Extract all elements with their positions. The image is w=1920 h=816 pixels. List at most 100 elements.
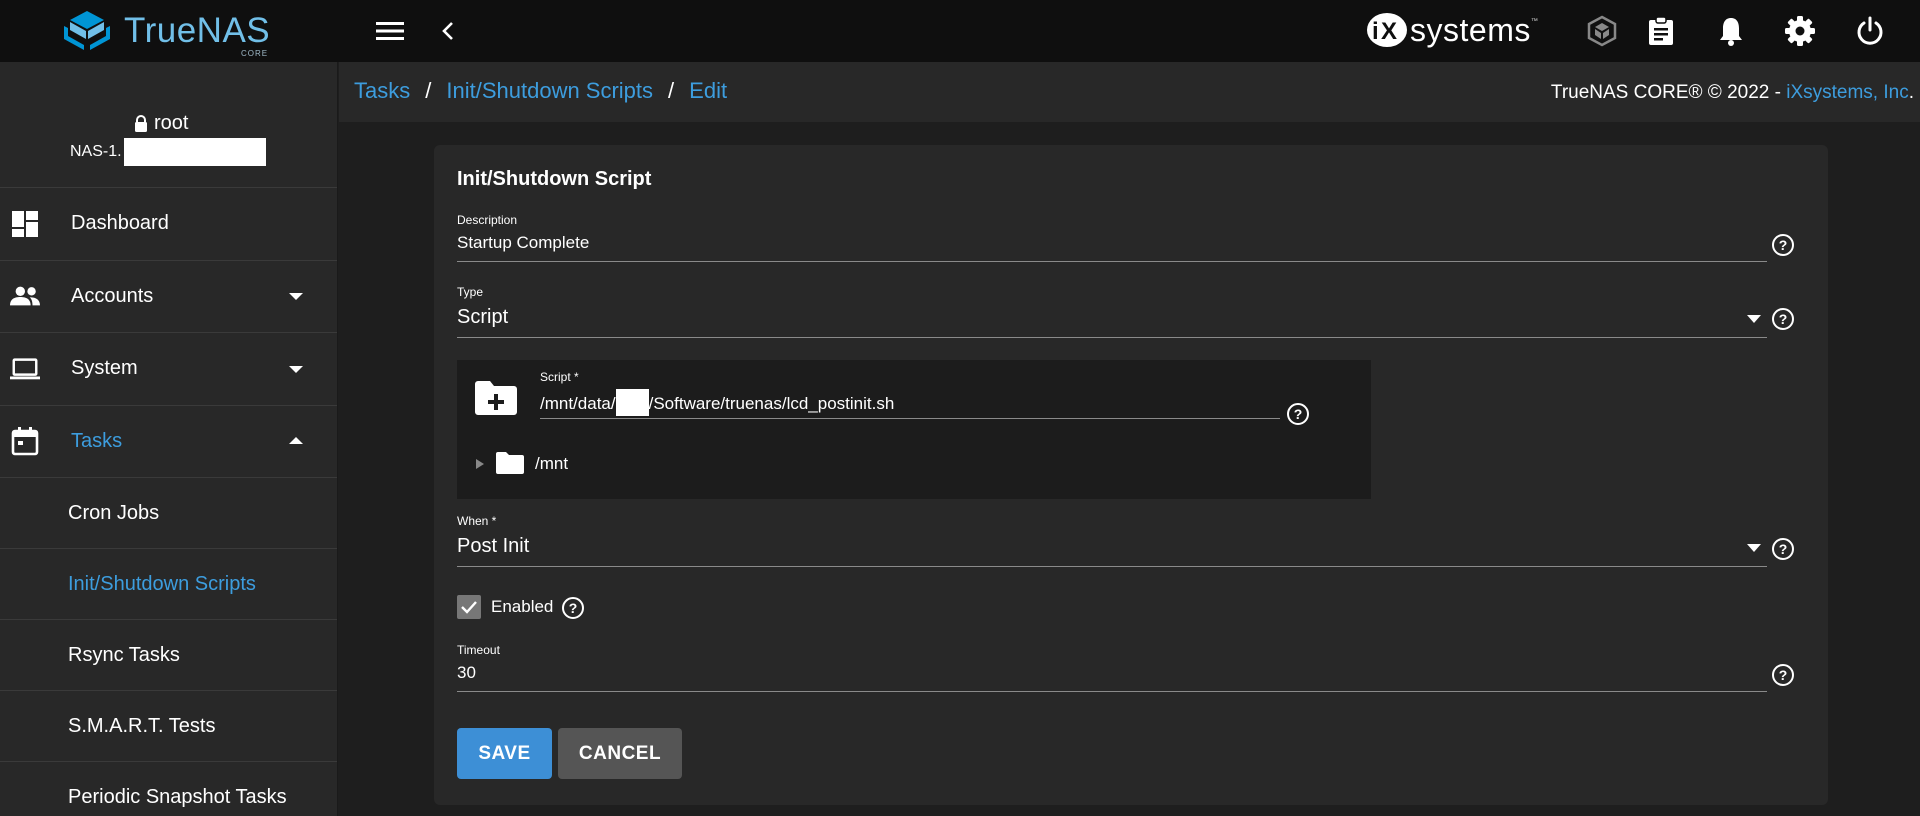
sidebar-subitem-label: Rsync Tasks bbox=[68, 643, 180, 666]
caret-down-icon bbox=[289, 293, 303, 301]
breadcrumb-init-shutdown-scripts[interactable]: Init/Shutdown Scripts bbox=[446, 78, 653, 104]
top-bar: TrueNAS CORE i X systems ™ bbox=[0, 0, 1920, 62]
help-icon[interactable]: ? bbox=[1771, 537, 1795, 561]
sidebar-item-label: Tasks bbox=[71, 429, 123, 452]
breadcrumb: Tasks / Init/Shutdown Scripts / Edit bbox=[354, 78, 727, 104]
svg-text:?: ? bbox=[1779, 237, 1788, 253]
help-icon[interactable]: ? bbox=[1771, 307, 1795, 331]
svg-text:?: ? bbox=[569, 600, 578, 616]
init-shutdown-script-form: Init/Shutdown Script Description Startup… bbox=[434, 145, 1828, 805]
form-title: Init/Shutdown Script bbox=[457, 168, 652, 190]
when-select[interactable]: Post Init bbox=[457, 535, 529, 558]
settings-button[interactable] bbox=[1782, 13, 1818, 49]
when-label: When * bbox=[457, 514, 497, 528]
create-folder-icon[interactable] bbox=[474, 380, 518, 416]
enabled-checkbox[interactable] bbox=[457, 595, 481, 619]
help-icon[interactable]: ? bbox=[1771, 233, 1795, 257]
menu-button[interactable] bbox=[372, 13, 408, 49]
breadcrumb-tasks[interactable]: Tasks bbox=[354, 78, 410, 104]
sidebar-subitem-smart-tests[interactable]: S.M.A.R.T. Tests bbox=[0, 691, 337, 762]
timeout-underline bbox=[457, 691, 1767, 692]
calendar-icon bbox=[11, 427, 39, 456]
sidebar-subitem-init-shutdown-scripts[interactable]: Init/Shutdown Scripts bbox=[0, 549, 337, 620]
type-select[interactable]: Script bbox=[457, 306, 508, 329]
svg-text:i: i bbox=[1372, 18, 1379, 45]
breadcrumb-edit[interactable]: Edit bbox=[689, 78, 727, 104]
sidebar-subitem-label: Periodic Snapshot Tasks bbox=[68, 785, 287, 808]
save-button[interactable]: SAVE bbox=[457, 728, 552, 779]
ixsystems-logo[interactable]: i X systems ™ bbox=[1366, 10, 1538, 50]
sidebar-item-label: System bbox=[71, 357, 138, 380]
ix-mark-icon: i X bbox=[1367, 13, 1407, 47]
sidebar-item-label: Dashboard bbox=[71, 212, 169, 235]
enabled-label: Enabled bbox=[491, 597, 554, 616]
svg-text:?: ? bbox=[1779, 541, 1788, 557]
truenas-logo-icon bbox=[64, 11, 110, 50]
dropdown-arrow-icon[interactable] bbox=[1747, 315, 1761, 323]
vendor-trademark: ™ bbox=[1530, 18, 1538, 25]
brand-edition: CORE bbox=[241, 49, 269, 58]
truenas-logo[interactable]: TrueNAS CORE bbox=[60, 7, 270, 58]
checkmark-icon bbox=[461, 601, 477, 614]
description-input[interactable]: Startup Complete bbox=[457, 233, 589, 253]
back-button[interactable] bbox=[430, 13, 466, 49]
sidebar-item-tasks[interactable]: Tasks bbox=[0, 406, 337, 478]
svg-text:?: ? bbox=[1779, 667, 1788, 683]
accounts-icon bbox=[10, 286, 40, 306]
expand-triangle-icon[interactable] bbox=[475, 458, 485, 470]
username: root bbox=[154, 112, 189, 134]
svg-text:X: X bbox=[1381, 18, 1397, 45]
sidebar-item-accounts[interactable]: Accounts bbox=[0, 261, 337, 333]
script-path-suffix: /Software/truenas/lcd_postinit.sh bbox=[648, 393, 895, 413]
svg-text:?: ? bbox=[1779, 311, 1788, 327]
notifications-button[interactable] bbox=[1713, 13, 1749, 49]
settings-gear-icon bbox=[1785, 16, 1815, 46]
sidebar-item-system[interactable]: System bbox=[0, 333, 337, 406]
timeout-label: Timeout bbox=[457, 643, 500, 657]
task-manager-icon bbox=[1649, 16, 1673, 45]
help-icon[interactable]: ? bbox=[1286, 402, 1310, 426]
sidebar-item-label: Accounts bbox=[71, 284, 154, 307]
caret-down-icon bbox=[289, 365, 303, 373]
file-explorer: Script * /mnt/data/ /Software/truenas/lcd… bbox=[457, 360, 1371, 499]
script-path-prefix: /mnt/data/ bbox=[540, 393, 616, 413]
sidebar-subitem-periodic-snapshot-tasks[interactable]: Periodic Snapshot Tasks bbox=[0, 762, 337, 816]
sidebar: root NAS-1. Dashboard Accounts System Ta… bbox=[0, 62, 338, 816]
folder-icon bbox=[496, 452, 524, 474]
copyright-suffix: . bbox=[1908, 82, 1914, 103]
lock-icon bbox=[135, 115, 147, 132]
when-underline bbox=[457, 566, 1767, 567]
user-block: root NAS-1. bbox=[0, 62, 337, 188]
laptop-icon bbox=[10, 358, 40, 380]
breadcrumb-separator: / bbox=[668, 78, 675, 103]
menu-icon bbox=[376, 22, 404, 40]
help-icon[interactable]: ? bbox=[1771, 663, 1795, 687]
power-button[interactable] bbox=[1852, 13, 1888, 49]
breadcrumb-bar: Tasks / Init/Shutdown Scripts / Edit Tru… bbox=[339, 62, 1920, 122]
timeout-input[interactable]: 30 bbox=[457, 663, 476, 683]
sidebar-subitem-cron-jobs[interactable]: Cron Jobs bbox=[0, 478, 337, 549]
sidebar-item-dashboard[interactable]: Dashboard bbox=[0, 188, 337, 261]
description-underline bbox=[457, 261, 1767, 262]
sidebar-subitem-label: Cron Jobs bbox=[68, 501, 160, 524]
dropdown-arrow-icon[interactable] bbox=[1747, 544, 1761, 552]
cancel-button[interactable]: CANCEL bbox=[558, 728, 682, 779]
back-chevron-icon bbox=[442, 22, 453, 40]
tree-node-mnt[interactable]: /mnt bbox=[535, 454, 568, 474]
script-label: Script * bbox=[540, 370, 579, 384]
script-path-input[interactable]: /mnt/data/ /Software/truenas/lcd_postinit… bbox=[540, 389, 1280, 416]
truecommand-button[interactable] bbox=[1584, 13, 1620, 49]
breadcrumb-separator: / bbox=[425, 78, 432, 103]
help-icon[interactable]: ? bbox=[561, 596, 585, 620]
power-icon bbox=[1857, 16, 1883, 45]
vendor-name: systems bbox=[1410, 11, 1531, 48]
ixsystems-link[interactable]: iXsystems, Inc bbox=[1786, 82, 1908, 103]
type-label: Type bbox=[457, 285, 484, 299]
truecommand-icon bbox=[1587, 15, 1617, 47]
task-manager-button[interactable] bbox=[1643, 13, 1679, 49]
type-underline bbox=[457, 337, 1767, 338]
sidebar-subitem-label: S.M.A.R.T. Tests bbox=[68, 714, 216, 737]
svg-text:?: ? bbox=[1294, 406, 1303, 422]
sidebar-subitem-rsync-tasks[interactable]: Rsync Tasks bbox=[0, 620, 337, 691]
copyright-text: TrueNAS CORE® © 2022 - bbox=[1550, 82, 1787, 103]
